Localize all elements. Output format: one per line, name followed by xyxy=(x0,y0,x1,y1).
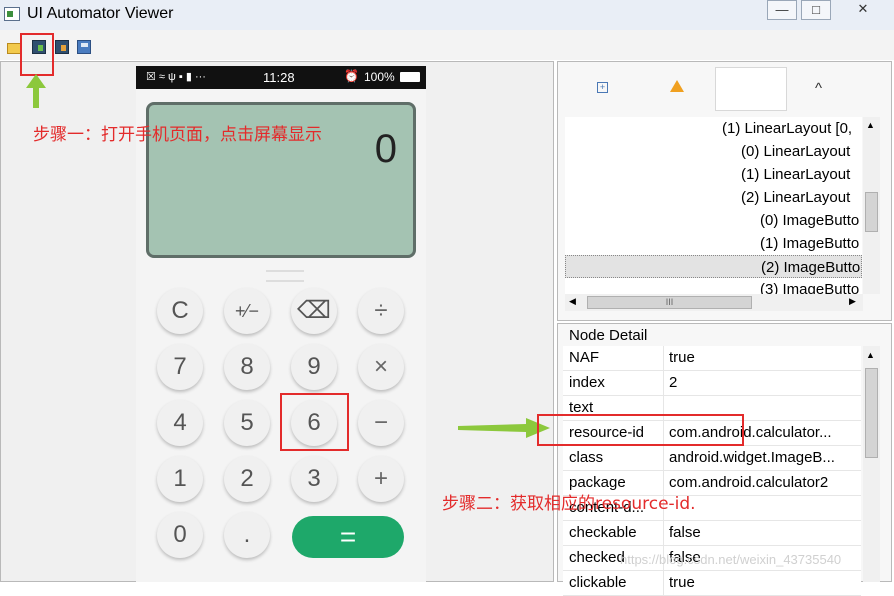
tree-node[interactable]: (1) LinearLayout [0, xyxy=(565,117,862,140)
step1-instruction: 步骤一：打开手机页面，点击屏幕显示 xyxy=(33,125,322,145)
hierarchy-tree[interactable]: (1) LinearLayout [0, (0) LinearLayout (1) … xyxy=(565,117,862,294)
step1-highlight-box xyxy=(20,33,54,76)
node-detail-value: true xyxy=(669,574,695,591)
tree-vscroll-thumb[interactable] xyxy=(865,192,878,232)
key-1[interactable]: 1 xyxy=(157,456,203,502)
tree-node-label: (1) LinearLayout [0, xyxy=(722,120,853,137)
status-time: 11:28 xyxy=(263,70,295,85)
node-detail-key: NAF xyxy=(569,349,599,366)
watermark: https://blog.csdn.net/weixin_43735540 xyxy=(620,552,842,567)
key-backspace[interactable]: ⌫ xyxy=(291,288,337,334)
key-dot[interactable]: . xyxy=(224,512,270,558)
node-detail-value: false xyxy=(669,524,701,541)
tree-node-label: (0) ImageButto xyxy=(760,212,860,229)
node-detail-key: clickable xyxy=(569,574,627,591)
key-clear[interactable]: C xyxy=(157,288,203,334)
key-9[interactable]: 9 xyxy=(291,344,337,390)
node-detail-row[interactable]: index 2 xyxy=(563,371,861,396)
step1-arrow-icon xyxy=(26,74,46,108)
open-folder-icon[interactable] xyxy=(7,43,21,54)
alarm-icon: ⏰ xyxy=(344,69,359,83)
chevron-up-icon[interactable]: ^ xyxy=(815,80,822,97)
scroll-right-icon[interactable]: ▶ xyxy=(849,296,856,307)
column-divider xyxy=(663,521,664,545)
key-multiply[interactable]: × xyxy=(358,344,404,390)
key-5[interactable]: 5 xyxy=(224,400,270,446)
device-screenshot-compressed-icon[interactable] xyxy=(55,40,69,54)
drag-handle[interactable] xyxy=(266,270,304,282)
key-plus[interactable]: + xyxy=(358,456,404,502)
node-detail-value: android.widget.ImageB... xyxy=(669,449,835,466)
tree-node-label: (0) LinearLayout xyxy=(741,143,851,160)
node-detail-key: checked xyxy=(569,549,625,566)
tree-node[interactable]: (0) LinearLayout xyxy=(565,140,862,163)
key6-highlight-box xyxy=(280,393,349,451)
warning-icon[interactable] xyxy=(670,80,684,92)
step2-instruction: 步骤二：获取相应的resource-id. xyxy=(442,494,696,514)
key-0[interactable]: 0 xyxy=(157,512,203,558)
display-value: 0 xyxy=(374,127,397,171)
column-divider xyxy=(663,446,664,470)
scroll-up-icon[interactable]: ▲ xyxy=(866,350,875,360)
key-minus[interactable]: − xyxy=(358,400,404,446)
title-bar: UI Automator Viewer — □ ✕ xyxy=(0,0,894,30)
tree-node[interactable]: (0) ImageButto xyxy=(565,209,862,232)
column-divider xyxy=(663,346,664,370)
node-detail-key: checkable xyxy=(569,524,637,541)
node-detail-row[interactable]: clickable true xyxy=(563,571,861,596)
status-icons: ☒ ≈ ψ ▪ ▮ ··· xyxy=(146,71,206,83)
save-icon[interactable] xyxy=(77,40,91,54)
node-detail-key: index xyxy=(569,374,605,391)
tree-node-label: (1) LinearLayout xyxy=(741,166,851,183)
node-detail-row[interactable]: checkable false xyxy=(563,521,861,546)
key-7[interactable]: 7 xyxy=(157,344,203,390)
node-detail-scroll-thumb[interactable] xyxy=(865,368,878,458)
status-battery: 100% xyxy=(364,70,395,84)
key-divide[interactable]: ÷ xyxy=(358,288,404,334)
window-title: UI Automator Viewer xyxy=(27,5,174,22)
node-detail-row[interactable]: class android.widget.ImageB... xyxy=(563,446,861,471)
node-detail-value: true xyxy=(669,349,695,366)
key-2[interactable]: 2 xyxy=(224,456,270,502)
column-divider xyxy=(663,371,664,395)
toolbar xyxy=(0,30,894,60)
tree-node[interactable]: (2) LinearLayout xyxy=(565,186,862,209)
key-equals[interactable]: = xyxy=(292,516,404,558)
tree-hscroll-thumb[interactable]: III xyxy=(587,296,752,309)
tree-node-label: (2) LinearLayout xyxy=(741,189,851,206)
tree-node-label: (1) ImageButto xyxy=(760,235,860,252)
node-detail-row[interactable]: NAF true xyxy=(563,346,861,371)
scroll-up-icon[interactable]: ▲ xyxy=(866,120,875,130)
resource-id-highlight-box xyxy=(537,414,744,446)
node-detail-value: 2 xyxy=(669,374,678,391)
expand-all-icon[interactable]: + xyxy=(597,82,608,93)
key-8[interactable]: 8 xyxy=(224,344,270,390)
tree-node-label: (3) ImageButto xyxy=(760,281,860,294)
battery-icon xyxy=(400,72,420,82)
tree-horizontal-scrollbar[interactable]: ◀ III ▶ xyxy=(565,294,863,311)
app-icon xyxy=(4,7,20,21)
tree-node[interactable]: (3) ImageButto xyxy=(565,278,862,294)
key-3[interactable]: 3 xyxy=(291,456,337,502)
close-button[interactable]: ✕ xyxy=(835,0,891,20)
node-detail-scrollbar[interactable]: ▲ xyxy=(863,346,880,582)
node-detail-key: class xyxy=(569,449,604,466)
tree-vertical-scrollbar[interactable]: ▲ xyxy=(863,117,880,294)
tree-node-label: (2) ImageButto xyxy=(761,259,861,276)
scroll-left-icon[interactable]: ◀ xyxy=(569,296,576,307)
phone-status-bar: ☒ ≈ ψ ▪ ▮ ··· 11:28 ⏰ 100% xyxy=(136,66,426,89)
key-4[interactable]: 4 xyxy=(157,400,203,446)
node-detail-value: com.android.calculator2 xyxy=(669,474,829,491)
tree-node[interactable]: (1) ImageButto xyxy=(565,232,862,255)
tree-filter-box[interactable] xyxy=(715,67,787,111)
maximize-button[interactable]: □ xyxy=(801,0,831,20)
column-divider xyxy=(663,571,664,595)
tree-node[interactable]: (2) ImageButto xyxy=(565,255,862,278)
tree-node[interactable]: (1) LinearLayout xyxy=(565,163,862,186)
node-detail-title: Node Detail xyxy=(569,327,648,344)
minimize-button[interactable]: — xyxy=(767,0,797,20)
key-plus-minus[interactable]: +⁄− xyxy=(224,288,270,334)
